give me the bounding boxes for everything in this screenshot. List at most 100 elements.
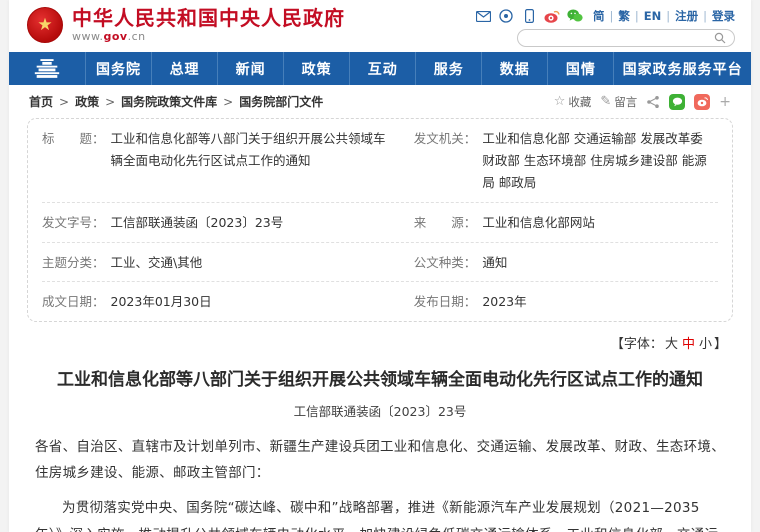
page-actions: ☆收藏 ✎留言 + xyxy=(554,94,731,110)
search-bar[interactable] xyxy=(517,29,735,47)
home-icon[interactable] xyxy=(9,52,85,85)
meta-value-source: 工业和信息化部网站 xyxy=(482,212,595,234)
meta-value-category: 工业、交通\其他 xyxy=(111,252,203,274)
star-icon: ☆ xyxy=(554,94,566,109)
article: 工业和信息化部等八部门关于组织开展公共领域车辆全面电动化先行区试点工作的通知 工… xyxy=(9,352,751,532)
national-emblem-icon: ★ xyxy=(27,7,63,43)
link-separator: | xyxy=(635,9,639,23)
article-addressee: 各省、自治区、直辖市及计划单列市、新疆生产建设兵团工业和信息化、交通运输、发展改… xyxy=(35,434,725,487)
breadcrumb-row: 首页 > 政策 > 国务院政策文件库 > 国务院部门文件 ☆收藏 ✎留言 xyxy=(9,85,751,116)
meta-cell-doc-type: 公文种类： 通知 xyxy=(414,252,718,274)
mobile-icon[interactable] xyxy=(521,8,537,24)
meta-label-written-date: 成文日期： xyxy=(42,291,105,313)
comment-label: 留言 xyxy=(614,94,637,110)
mail-icon[interactable] xyxy=(475,8,491,24)
nav-item-services[interactable]: 服务 xyxy=(415,52,481,85)
meta-value-doc-number: 工信部联通装函〔2023〕23号 xyxy=(111,212,284,234)
breadcrumb-home[interactable]: 首页 xyxy=(29,93,53,110)
nav-item-premier[interactable]: 总理 xyxy=(151,52,217,85)
breadcrumb-separator: > xyxy=(59,95,69,109)
meta-cell-title: 标 题： 工业和信息化部等八部门关于组织开展公共领域车辆全面电动化先行区试点工作… xyxy=(42,128,414,194)
lang-simplified[interactable]: 简 xyxy=(593,8,605,24)
icon-link-row: 简 | 繁 | EN | 注册 | 登录 xyxy=(475,8,735,24)
nav-item-data[interactable]: 数据 xyxy=(481,52,547,85)
article-title: 工业和信息化部等八部门关于组织开展公共领域车辆全面电动化先行区试点工作的通知 xyxy=(35,368,725,394)
meta-label-title: 标 题： xyxy=(42,128,105,194)
site-url: www.gov.cn xyxy=(72,31,345,43)
site-header: ★ 中华人民共和国中央人民政府 www.gov.cn xyxy=(9,0,751,52)
document-meta-table: 标 题： 工业和信息化部等八部门关于组织开展公共领域车辆全面电动化先行区试点工作… xyxy=(27,118,733,322)
nav-item-news[interactable]: 新闻 xyxy=(217,52,283,85)
quick-links: 简 | 繁 | EN | 注册 | 登录 xyxy=(593,8,735,24)
font-size-selector: 【字体：大中小】 xyxy=(9,328,751,352)
meta-value-written-date: 2023年01月30日 xyxy=(111,291,212,313)
url-highlight: gov xyxy=(103,30,127,43)
nav-item-policy[interactable]: 政策 xyxy=(283,52,349,85)
site-title: 中华人民共和国中央人民政府 xyxy=(72,7,345,29)
lang-traditional[interactable]: 繁 xyxy=(618,8,630,24)
breadcrumb-policy[interactable]: 政策 xyxy=(75,93,99,110)
nav-item-national-conditions[interactable]: 国情 xyxy=(547,52,613,85)
meta-label-doc-type: 公文种类： xyxy=(414,252,477,274)
font-size-large[interactable]: 大 xyxy=(665,337,678,352)
breadcrumb-separator: > xyxy=(105,95,115,109)
wechat-icon[interactable] xyxy=(567,8,583,24)
font-size-small[interactable]: 小 xyxy=(699,337,712,352)
meta-label-publish-date: 发布日期： xyxy=(414,291,477,313)
meta-value-doc-type: 通知 xyxy=(482,252,507,274)
meta-label-source: 来 源： xyxy=(414,212,477,234)
meta-row-dates: 成文日期： 2023年01月30日 发布日期： 2023年 xyxy=(42,282,718,321)
nav-item-gov-service-platform[interactable]: 国家政务服务平台 xyxy=(613,52,751,85)
meta-cell-publish-date: 发布日期： 2023年 xyxy=(414,291,718,313)
font-selector-prefix: 【字体： xyxy=(611,337,663,352)
link-separator: | xyxy=(703,9,707,23)
meta-label-category: 主题分类： xyxy=(42,252,105,274)
breadcrumb-department-documents[interactable]: 国务院部门文件 xyxy=(239,93,323,110)
weibo-icon[interactable] xyxy=(544,8,560,24)
share-wechat-icon[interactable] xyxy=(669,94,685,110)
share-icon[interactable] xyxy=(646,95,660,109)
favorite-label: 收藏 xyxy=(568,94,591,110)
header-right: 简 | 繁 | EN | 注册 | 登录 xyxy=(475,8,735,47)
url-prefix: www. xyxy=(72,30,103,43)
meta-label-doc-number: 发文字号： xyxy=(42,212,105,234)
register-link[interactable]: 注册 xyxy=(675,8,698,24)
favorite-button[interactable]: ☆收藏 xyxy=(554,94,592,110)
lang-english[interactable]: EN xyxy=(644,9,661,23)
meta-cell-category: 主题分类： 工业、交通\其他 xyxy=(42,252,414,274)
nav-item-interaction[interactable]: 互动 xyxy=(349,52,415,85)
nav-item-state-council[interactable]: 国务院 xyxy=(85,52,151,85)
share-weibo-icon[interactable] xyxy=(694,94,710,110)
meta-value-title: 工业和信息化部等八部门关于组织开展公共领域车辆全面电动化先行区试点工作的通知 xyxy=(111,128,398,194)
url-suffix: .cn xyxy=(128,30,146,43)
meta-row-category-type: 主题分类： 工业、交通\其他 公文种类： 通知 xyxy=(42,243,718,283)
site-titles: 中华人民共和国中央人民政府 www.gov.cn xyxy=(72,7,345,43)
article-body-paragraph: 为贯彻落实党中央、国务院“碳达峰、碳中和”战略部署，推进《新能源汽车产业发展规划… xyxy=(35,495,725,532)
meta-cell-source: 来 源： 工业和信息化部网站 xyxy=(414,212,718,234)
page: ★ 中华人民共和国中央人民政府 www.gov.cn xyxy=(0,0,760,532)
client-icon[interactable] xyxy=(498,8,514,24)
search-icon[interactable] xyxy=(712,30,728,46)
breadcrumb: 首页 > 政策 > 国务院政策文件库 > 国务院部门文件 xyxy=(29,93,323,110)
font-selector-suffix: 】 xyxy=(714,337,727,352)
meta-value-publish-date: 2023年 xyxy=(482,291,526,313)
meta-cell-written-date: 成文日期： 2023年01月30日 xyxy=(42,291,414,313)
meta-cell-agency: 发文机关： 工业和信息化部 交通运输部 发展改革委 财政部 生态环境部 住房城乡… xyxy=(414,128,718,194)
breadcrumb-policy-library[interactable]: 国务院政策文件库 xyxy=(121,93,217,110)
login-link[interactable]: 登录 xyxy=(712,8,735,24)
comment-button[interactable]: ✎留言 xyxy=(600,94,637,110)
meta-cell-doc-number: 发文字号： 工信部联通装函〔2023〕23号 xyxy=(42,212,414,234)
article-doc-number: 工信部联通装函〔2023〕23号 xyxy=(35,401,725,420)
meta-label-agency: 发文机关： xyxy=(414,128,477,194)
meta-value-agency: 工业和信息化部 交通运输部 发展改革委 财政部 生态环境部 住房城乡建设部 能源… xyxy=(482,128,718,194)
font-size-medium[interactable]: 中 xyxy=(682,337,695,352)
breadcrumb-separator: > xyxy=(223,95,233,109)
pencil-icon: ✎ xyxy=(600,94,611,109)
search-input[interactable] xyxy=(524,31,712,45)
meta-row-number-source: 发文字号： 工信部联通装函〔2023〕23号 来 源： 工业和信息化部网站 xyxy=(42,203,718,243)
main-container: ★ 中华人民共和国中央人民政府 www.gov.cn xyxy=(9,0,751,532)
link-separator: | xyxy=(610,9,614,23)
meta-row-title-agency: 标 题： 工业和信息化部等八部门关于组织开展公共领域车辆全面电动化先行区试点工作… xyxy=(42,119,718,203)
more-share-button[interactable]: + xyxy=(719,94,731,110)
link-separator: | xyxy=(666,9,670,23)
